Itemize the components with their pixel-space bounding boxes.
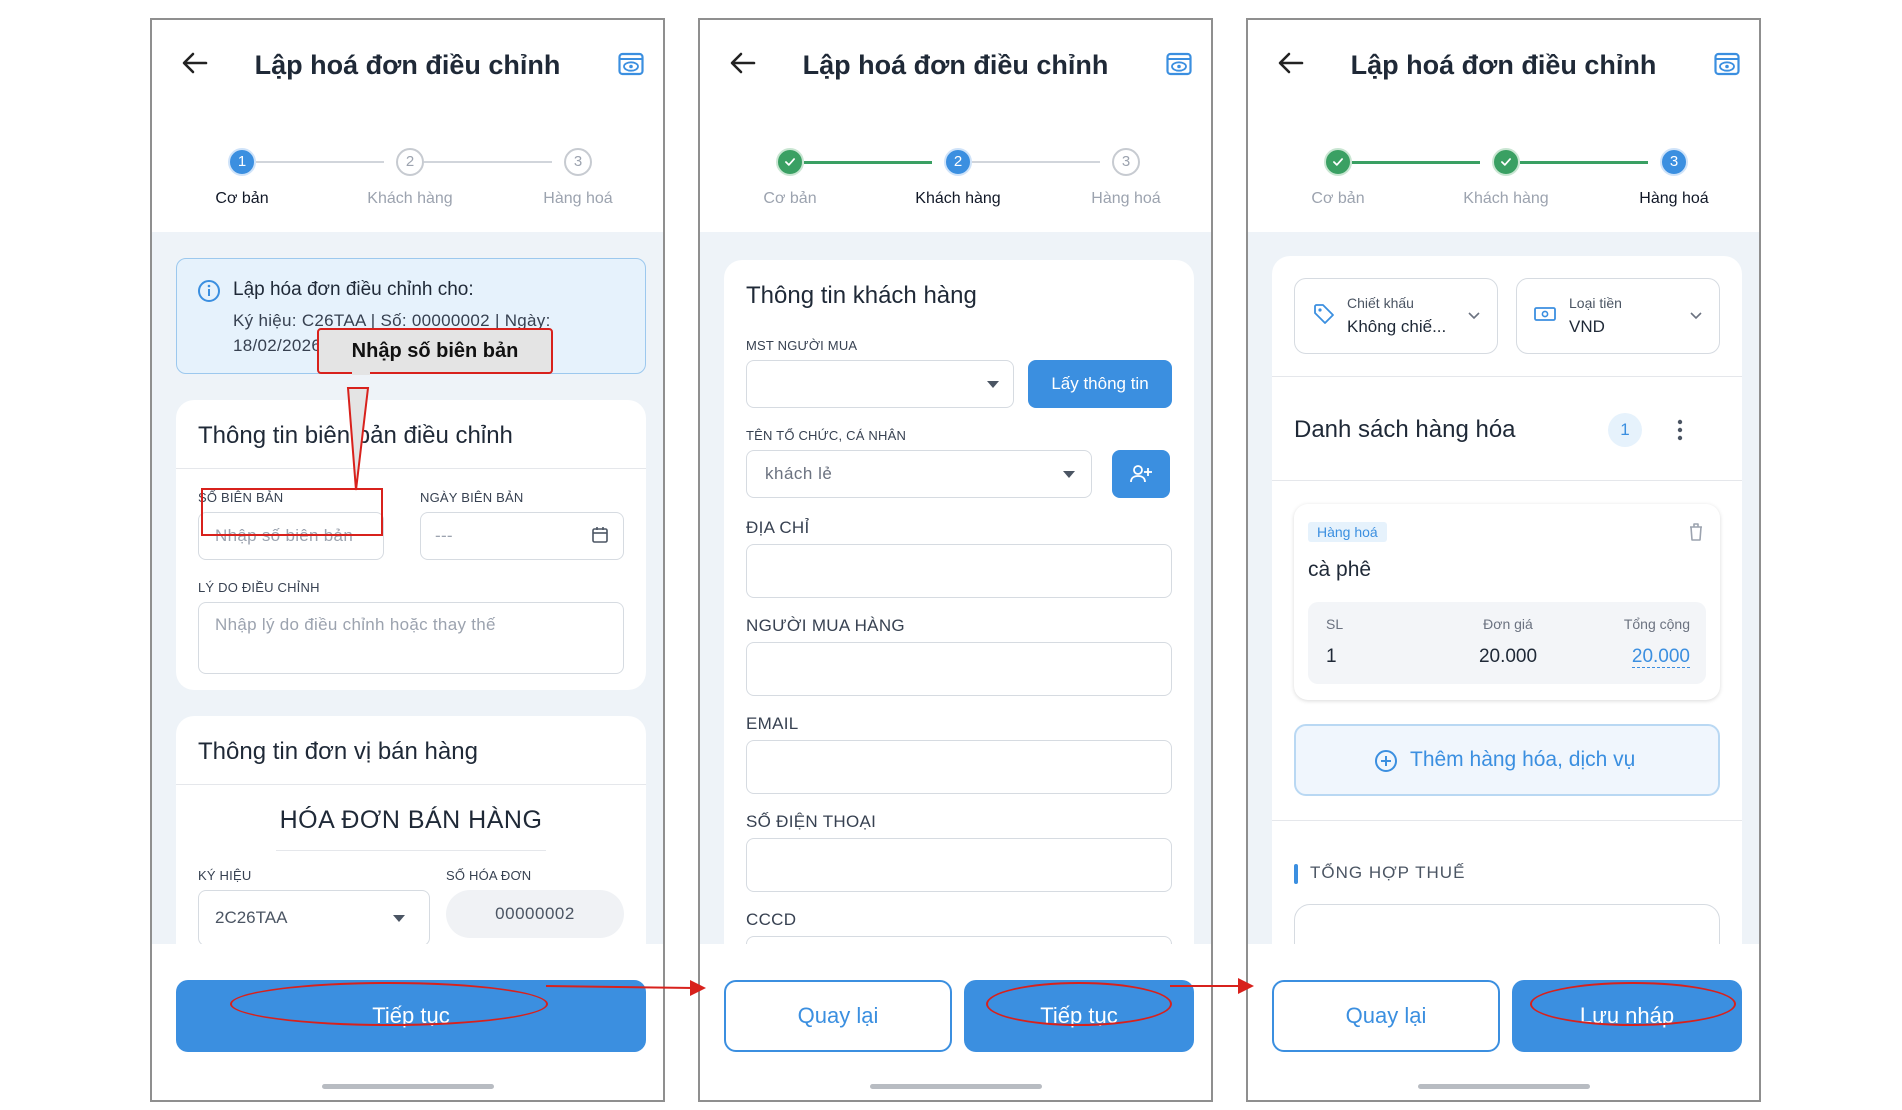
cccd-label: CCCD [746, 910, 797, 929]
tax-title: TỔNG HỢP THUẾ [1310, 863, 1466, 882]
trash-icon[interactable] [1688, 522, 1704, 542]
banknote-icon [1534, 307, 1556, 321]
chevron-down-icon [1468, 312, 1480, 320]
org-select[interactable]: khách lẻ [746, 450, 1092, 498]
callout-label: Nhập số biên bản [317, 328, 553, 374]
dropdown-caret-icon [393, 915, 405, 922]
step-1-done-check-icon [1324, 148, 1352, 176]
buyer-label: NGƯỜI MUA HÀNG [746, 616, 905, 635]
customer-card: Thông tin khách hàng MST NGƯỜI MUA Lấy t… [724, 260, 1194, 944]
screen-goods: Lập hoá đơn điều chỉnh 3 Cơ bản Khách hà… [1246, 18, 1761, 1102]
discount-select[interactable]: Chiết khấu Không chiế... [1294, 278, 1498, 354]
currency-label: Loại tiền [1569, 295, 1622, 311]
step-1-done-check-icon [776, 148, 804, 176]
step-label-basic: Cơ bản [1311, 190, 1365, 207]
phone-input[interactable] [746, 838, 1172, 892]
form-content: Thông tin khách hàng MST NGƯỜI MUA Lấy t… [700, 232, 1211, 944]
org-label: TÊN TỔ CHỨC, CÁ NHÂN [746, 428, 907, 443]
preview-eye-icon[interactable] [1166, 52, 1192, 76]
home-indicator [1418, 1084, 1590, 1089]
qty-label: SL [1326, 616, 1344, 632]
more-vertical-icon[interactable] [1676, 418, 1684, 442]
app-header: Lập hoá đơn điều chỉnh [700, 20, 1211, 120]
goods-title: Danh sách hàng hóa [1294, 416, 1516, 443]
page-title: Lập hoá đơn điều chỉnh [1350, 50, 1657, 80]
step-label-basic: Cơ bản [763, 190, 817, 207]
step-2-dot: 2 [944, 148, 972, 176]
annotation-oval [986, 982, 1172, 1026]
total-value: 20.000 [1631, 646, 1690, 668]
plus-circle-icon [1375, 750, 1397, 772]
buyer-input[interactable] [746, 642, 1172, 696]
screen-basic-info: Lập hoá đơn điều chỉnh 1 2 3 Cơ bản Khác… [150, 18, 665, 1102]
address-label: ĐỊA CHỈ [746, 518, 810, 537]
goods-item-tag: Hàng hoá [1308, 522, 1387, 542]
price-label: Đơn giá [1483, 616, 1533, 632]
ky-hieu-value: 2C26TAA [215, 908, 288, 927]
step-label-customer: Khách hàng [915, 190, 1001, 207]
add-goods-label: Thêm hàng hóa, dịch vụ [1410, 748, 1636, 771]
qty-value: 1 [1326, 646, 1337, 667]
preview-eye-icon[interactable] [1714, 52, 1740, 76]
invoice-type: HÓA ĐƠN BÁN HÀNG [279, 806, 543, 834]
home-indicator [322, 1084, 494, 1089]
phone-label: SỐ ĐIỆN THOẠI [746, 812, 877, 831]
dropdown-caret-icon [987, 381, 999, 388]
discount-label: Chiết khấu [1347, 295, 1414, 311]
goods-item-summary: SL 1 Đơn giá 20.000 Tổng cộng 20.000 [1308, 602, 1706, 684]
form-content: Chiết khấu Không chiế... Loại tiền VND D… [1248, 232, 1759, 944]
tax-summary-box [1294, 904, 1720, 944]
step-label-goods: Hàng hoá [1639, 190, 1709, 207]
mst-select[interactable] [746, 360, 1014, 408]
total-value-wrap: 20.000 [1578, 646, 1690, 668]
stepper: 3 Cơ bản Khách hàng Hàng hoá [1248, 120, 1759, 232]
step-label-customer: Khách hàng [1463, 190, 1549, 207]
tag-icon [1314, 304, 1334, 324]
address-input[interactable] [746, 544, 1172, 598]
cccd-input[interactable] [746, 936, 1172, 944]
total-label: Tổng cộng [1623, 616, 1690, 632]
bottom-bar: Quay lại Tiếp tục [700, 944, 1211, 1100]
goods-count-badge: 1 [1608, 413, 1642, 447]
annotation-oval [230, 982, 548, 1026]
dropdown-caret-icon [1063, 471, 1075, 478]
currency-value: VND [1569, 317, 1605, 336]
tax-section-marker [1294, 864, 1298, 884]
org-value: khách lẻ [765, 464, 833, 483]
add-customer-button[interactable] [1112, 450, 1170, 498]
email-label: EMAIL [746, 714, 799, 733]
add-user-icon [1130, 465, 1152, 483]
ky-hieu-select[interactable]: 2C26TAA [198, 890, 430, 944]
seller-title: Thông tin đơn vị bán hàng [198, 738, 478, 765]
step-3-dot: 3 [1660, 148, 1688, 176]
home-indicator [870, 1084, 1042, 1089]
customer-title: Thông tin khách hàng [746, 282, 977, 309]
ky-hieu-label: KÝ HIỆU [198, 868, 252, 883]
screen-customer-info: Lập hoá đơn điều chỉnh 2 3 Cơ bản Khách … [698, 18, 1213, 1102]
price-value: 20.000 [1478, 646, 1538, 667]
annotation-oval [1530, 982, 1736, 1026]
add-goods-button[interactable]: Thêm hàng hóa, dịch vụ [1294, 724, 1720, 796]
email-input[interactable] [746, 740, 1172, 794]
discount-value: Không chiế... [1347, 317, 1447, 336]
goods-item-name: cà phê [1308, 558, 1372, 581]
step-label-goods: Hàng hoá [1091, 190, 1161, 207]
goods-card: Chiết khấu Không chiế... Loại tiền VND D… [1272, 256, 1742, 944]
so-hoa-don-label: SỐ HÓA ĐƠN [446, 868, 532, 883]
stepper: 2 3 Cơ bản Khách hàng Hàng hoá [700, 120, 1211, 232]
back-button[interactable]: Quay lại [1272, 980, 1500, 1052]
mst-label: MST NGƯỜI MUA [746, 338, 858, 353]
chevron-down-icon [1690, 312, 1702, 320]
so-hoa-don-value: 00000002 [446, 890, 624, 938]
back-button[interactable]: Quay lại [724, 980, 952, 1052]
page-title: Lập hoá đơn điều chỉnh [802, 50, 1109, 80]
currency-select[interactable]: Loại tiền VND [1516, 278, 1720, 354]
step-2-done-check-icon [1492, 148, 1520, 176]
goods-item-card[interactable]: Hàng hoá cà phê SL 1 Đơn giá 20.000 Tổng… [1294, 504, 1720, 700]
seller-card: Thông tin đơn vị bán hàng HÓA ĐƠN BÁN HÀ… [176, 716, 646, 944]
get-info-button[interactable]: Lấy thông tin [1028, 360, 1172, 408]
step-3-dot: 3 [1112, 148, 1140, 176]
app-header: Lập hoá đơn điều chỉnh [1248, 20, 1759, 120]
